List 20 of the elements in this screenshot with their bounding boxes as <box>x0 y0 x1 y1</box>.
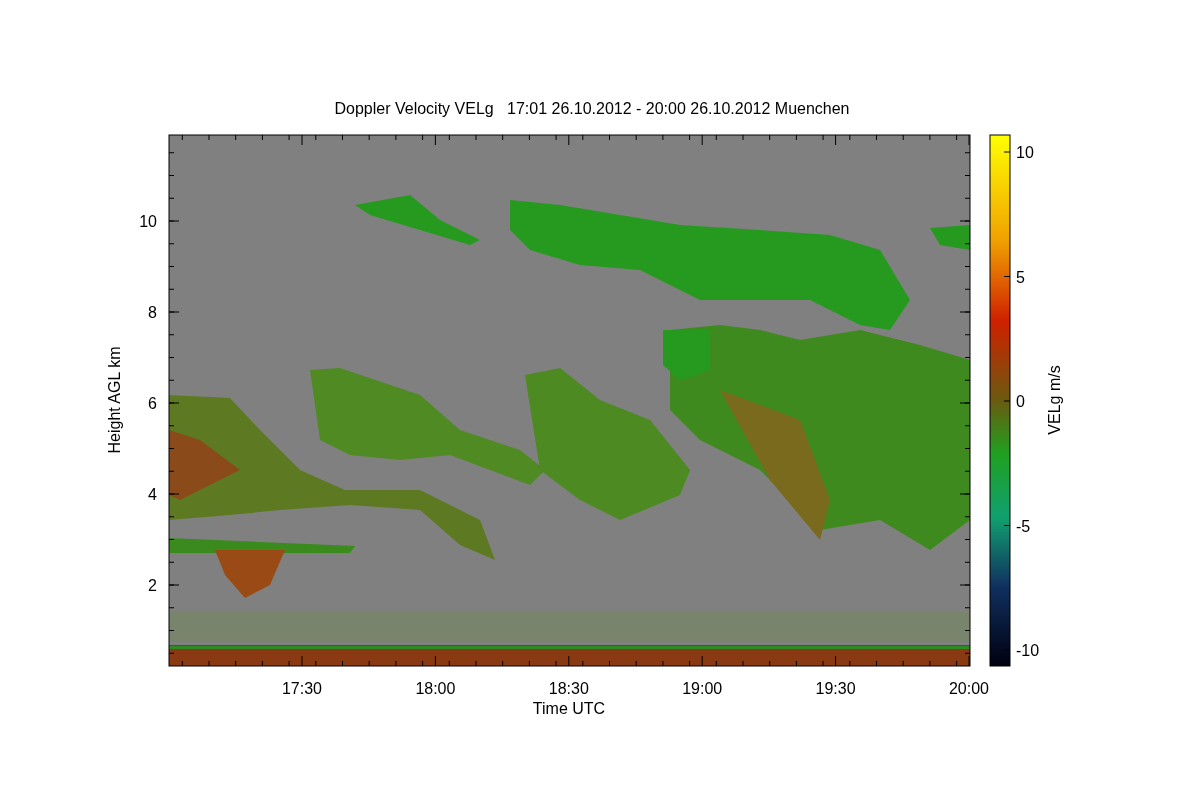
colorbar-tick-label: 0 <box>1016 393 1025 410</box>
colorbar-tick-label: -10 <box>1016 642 1040 659</box>
x-tick-label: 19:30 <box>815 680 856 697</box>
colorbar-tick-label: 10 <box>1016 144 1034 161</box>
chart-title: Doppler Velocity VELg 17:01 26.10.2012 - 20:00 26.10.2012 Muenchen <box>334 100 850 117</box>
x-tick-label: 19:00 <box>682 680 723 697</box>
y-tick-label: 8 <box>148 304 157 321</box>
y-tick-label: 4 <box>148 486 157 503</box>
x-tick-label: 18:00 <box>415 680 456 697</box>
x-tick-label: 20:00 <box>949 680 989 697</box>
y-tick-label: 6 <box>148 395 157 412</box>
x-tick-label: 17:30 <box>282 680 322 697</box>
y-tick-label: 2 <box>148 577 157 594</box>
x-axis-label: Time UTC <box>532 700 606 717</box>
colorbar-tick-label: -5 <box>1016 517 1031 535</box>
x-tick-label: 18:30 <box>548 680 589 697</box>
y-tick-label: 10 <box>139 213 157 230</box>
y-axis-label: Height AGL km <box>106 346 123 454</box>
colorbar-tick-label: 5 <box>1016 268 1025 286</box>
colorbar-label: VELg m/s <box>1046 365 1063 435</box>
